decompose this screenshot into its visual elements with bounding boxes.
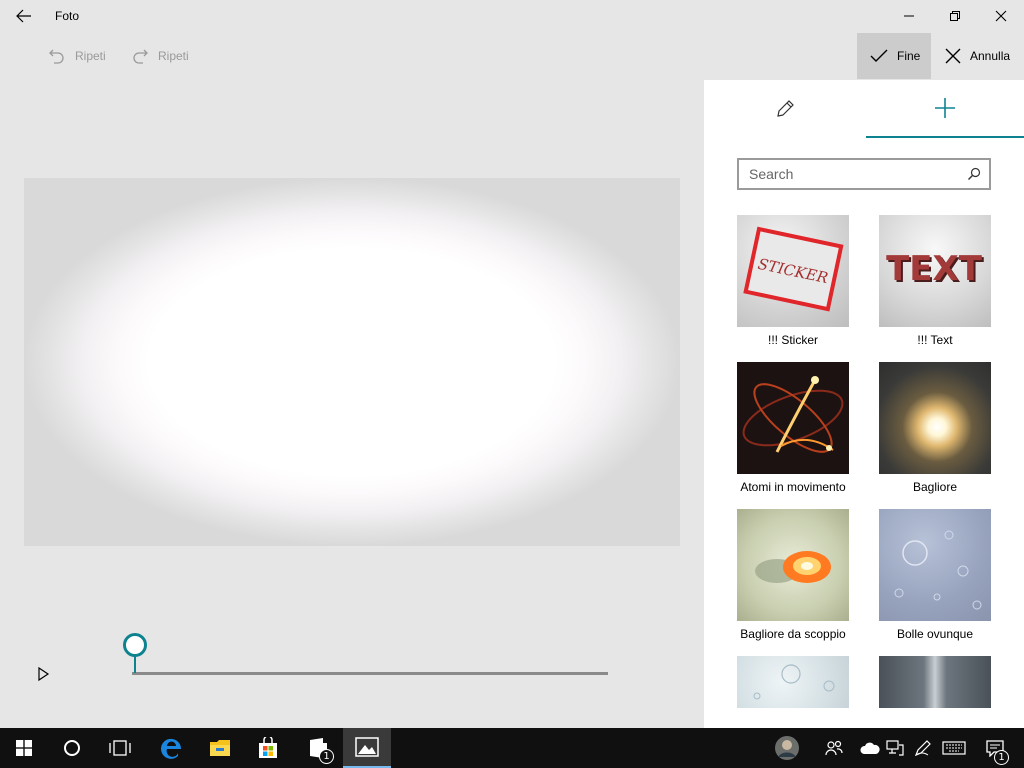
edge-icon: [161, 738, 182, 759]
effect-label: Bagliore: [912, 480, 958, 494]
close-icon: [995, 10, 1007, 22]
done-button[interactable]: Fine: [857, 33, 931, 79]
water-thumb-art: [753, 664, 835, 700]
cortana-icon: [64, 740, 80, 756]
photos-icon: [355, 737, 379, 757]
app-badge: 1: [319, 749, 334, 764]
taskbar-store[interactable]: [244, 728, 292, 768]
bubbles-thumb-art: [894, 530, 982, 610]
cancel-x-icon: [945, 48, 961, 64]
playhead-stem: [134, 655, 136, 673]
effect-tile-blast-glow[interactable]: Bagliore da scoppio: [737, 509, 849, 641]
taskbar-edge[interactable]: [148, 728, 196, 768]
blast-glow-thumbnail: [737, 509, 849, 621]
bubbles-thumbnail: [879, 509, 991, 621]
back-button[interactable]: [8, 0, 40, 32]
taskbar: 1 1: [0, 728, 1024, 768]
people-button[interactable]: [820, 728, 848, 768]
file-explorer-icon: [210, 740, 230, 756]
cancel-label: Annulla: [970, 49, 1011, 63]
task-view-icon: [109, 740, 131, 756]
undo-label: Ripeti: [75, 49, 106, 63]
glow-thumbnail: [879, 362, 991, 474]
onedrive-tray[interactable]: [858, 728, 882, 768]
user-avatar[interactable]: [772, 728, 802, 768]
app-title: Foto: [55, 9, 80, 23]
tab-add-effects[interactable]: [866, 80, 1024, 138]
effect-tile-bubbles[interactable]: Bolle ovunque: [879, 509, 991, 641]
restore-icon: [950, 11, 960, 21]
text-thumb-art: TEXT TEXT: [886, 249, 985, 291]
taskbar-photos[interactable]: [343, 728, 391, 768]
search-input[interactable]: [749, 166, 954, 182]
blast-thumb-art: [755, 551, 831, 583]
effect-tile-glow[interactable]: Bagliore: [879, 362, 991, 494]
plus-icon: [935, 98, 955, 118]
text-thumbnail: TEXT TEXT: [879, 215, 991, 327]
title-bar: Foto: [0, 0, 1024, 32]
network-icon: [886, 740, 904, 756]
effect-tile-water[interactable]: [737, 656, 849, 708]
back-arrow-icon: [16, 9, 31, 23]
effect-label: Bolle ovunque: [896, 627, 974, 641]
action-center-button[interactable]: 1: [978, 728, 1012, 768]
checkmark-icon: [870, 49, 888, 62]
undo-icon: [49, 49, 64, 64]
minimize-icon: [904, 15, 914, 17]
timeline-track[interactable]: [132, 672, 608, 675]
done-label: Fine: [897, 49, 921, 63]
svg-text:TEXT: TEXT: [886, 249, 983, 289]
cortana-button[interactable]: [48, 728, 96, 768]
effect-tile-sticker[interactable]: STICKER !!! Sticker: [737, 215, 849, 347]
start-button[interactable]: [0, 728, 48, 768]
restore-button[interactable]: [932, 0, 978, 32]
close-button[interactable]: [978, 0, 1024, 32]
tab-edit[interactable]: [704, 80, 866, 138]
effect-label: Atomi in movimento: [740, 480, 846, 494]
search-icon[interactable]: [967, 167, 981, 181]
cloud-icon: [860, 742, 880, 754]
network-tray[interactable]: [884, 728, 906, 768]
sticker-thumb-art: STICKER: [743, 226, 844, 312]
task-view-button[interactable]: [96, 728, 144, 768]
avatar-icon: [775, 736, 799, 760]
undo-button[interactable]: Ripeti: [48, 33, 106, 79]
sticker-thumbnail: STICKER: [737, 215, 849, 327]
pencil-icon: [777, 100, 794, 117]
redo-button[interactable]: Ripeti: [131, 33, 189, 79]
atoms-thumb-art: [742, 376, 844, 453]
effect-tile-atoms[interactable]: Atomi in movimento: [737, 362, 849, 494]
people-icon: [825, 740, 843, 756]
keyboard-icon: [942, 741, 966, 755]
play-icon: [38, 666, 50, 682]
beam-thumbnail: [879, 656, 991, 708]
effect-label: Bagliore da scoppio: [740, 627, 846, 641]
play-button[interactable]: [34, 665, 52, 683]
cancel-button[interactable]: Annulla: [931, 33, 1024, 79]
effect-tile-beam[interactable]: [879, 656, 991, 708]
touch-keyboard-tray[interactable]: [940, 728, 968, 768]
playhead-handle[interactable]: [123, 633, 147, 657]
pen-icon: [914, 740, 931, 757]
redo-label: Ripeti: [158, 49, 189, 63]
taskbar-file-explorer[interactable]: [196, 728, 244, 768]
store-icon: [259, 737, 277, 758]
video-preview[interactable]: [24, 178, 680, 546]
redo-icon: [133, 49, 148, 64]
minimize-button[interactable]: [886, 0, 932, 32]
windows-logo-icon: [16, 740, 32, 756]
effect-label: !!! Sticker: [767, 333, 818, 347]
effect-tile-text[interactable]: TEXT TEXT !!! Text: [879, 215, 991, 347]
effect-label: !!! Text: [917, 333, 953, 347]
search-box[interactable]: [737, 158, 991, 190]
notification-badge: 1: [994, 750, 1009, 765]
atoms-thumbnail: [737, 362, 849, 474]
pen-workspace-tray[interactable]: [910, 728, 936, 768]
water-thumbnail: [737, 656, 849, 708]
taskbar-app[interactable]: 1: [294, 728, 342, 768]
